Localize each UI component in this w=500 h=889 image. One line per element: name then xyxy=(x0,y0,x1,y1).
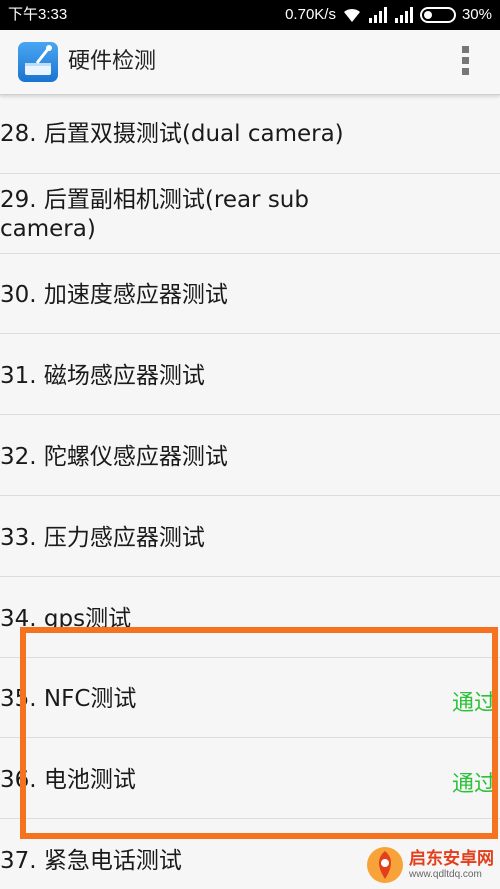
overflow-menu-icon[interactable] xyxy=(462,46,470,78)
list-item-label: 32. 陀螺仪感应器测试 xyxy=(0,444,228,470)
list-item[interactable]: 28. 后置双摄测试(dual camera) xyxy=(0,95,500,174)
battery-icon xyxy=(419,7,456,23)
watermark-text: 启东安卓网 www.qdltdq.com xyxy=(409,850,494,880)
highlight-frame xyxy=(20,627,498,839)
watermark-logo-icon xyxy=(365,845,405,885)
list-item[interactable]: 29. 后置副相机测试(rear sub camera) xyxy=(0,174,500,254)
signal-icon xyxy=(368,7,388,23)
list-item[interactable]: 32. 陀螺仪感应器测试 xyxy=(0,415,500,496)
list-item-label: 29. 后置副相机测试(rear sub camera) xyxy=(0,187,309,242)
hardware-test-app-icon xyxy=(18,42,58,82)
list-item-label: 30. 加速度感应器测试 xyxy=(0,282,228,308)
list-item-label: 28. 后置双摄测试(dual camera) xyxy=(0,121,344,147)
list-item-label: 37. 紧急电话测试 xyxy=(0,848,182,874)
app-bar: 硬件检测 xyxy=(0,30,500,95)
watermark: 启东安卓网 www.qdltdq.com xyxy=(365,845,494,885)
list-item-label: 33. 压力感应器测试 xyxy=(0,525,205,551)
status-indicators: 0.70K/s 30% xyxy=(285,0,492,30)
signal-icon-2 xyxy=(394,7,414,23)
watermark-name: 启东安卓网 xyxy=(409,849,494,870)
list-item[interactable]: 33. 压力感应器测试 xyxy=(0,496,500,577)
battery-level: 30% xyxy=(461,6,492,23)
watermark-url: www.qdltdq.com xyxy=(409,868,482,880)
status-bar: 下午3:33 0.70K/s 30% xyxy=(0,0,500,30)
list-item[interactable]: 31. 磁场感应器测试 xyxy=(0,334,500,415)
list-item[interactable]: 30. 加速度感应器测试 xyxy=(0,254,500,334)
page-title: 硬件检测 xyxy=(68,49,157,74)
wifi-icon xyxy=(342,7,362,23)
network-speed: 0.70K/s xyxy=(285,6,336,23)
status-time: 下午3:33 xyxy=(8,6,68,23)
list-item-label: 31. 磁场感应器测试 xyxy=(0,363,205,389)
